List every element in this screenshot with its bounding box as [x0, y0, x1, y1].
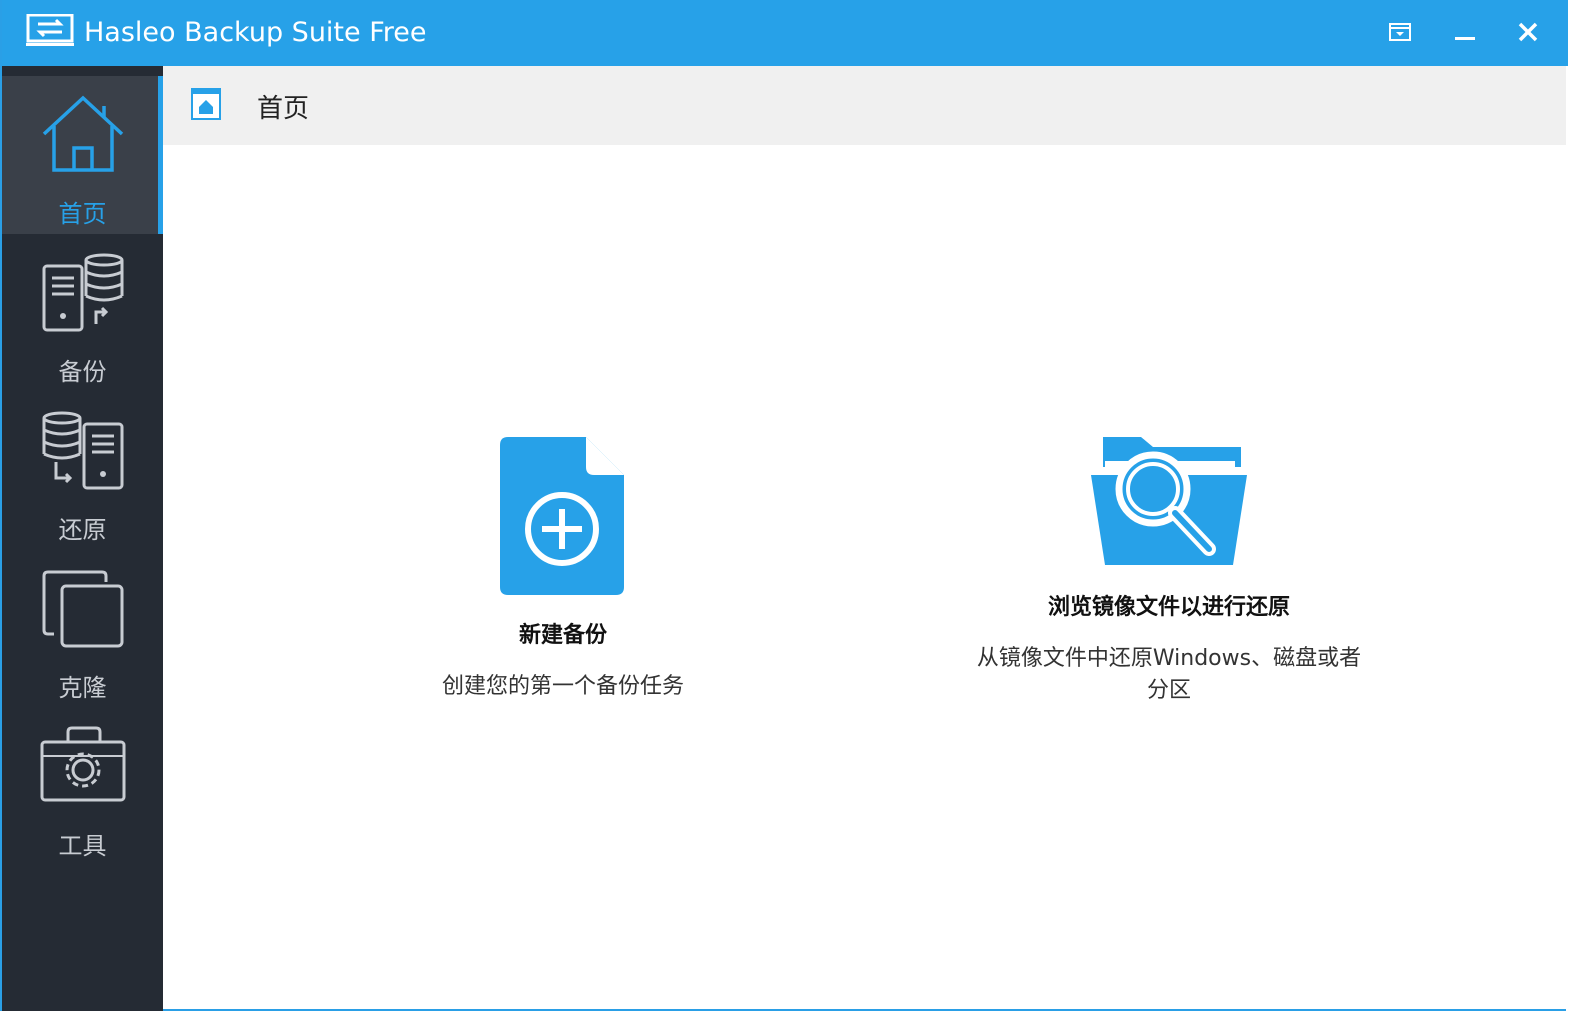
browse-image-card[interactable]: 浏览镜像文件以进行还原 从镜像文件中还原Windows、磁盘或者分区	[936, 437, 1402, 707]
sidebar-item-label: 首页	[58, 200, 107, 228]
title-bar[interactable]: Hasleo Backup Suite Free	[2, 0, 1568, 66]
sidebar-item-tools[interactable]: 工具	[2, 708, 163, 866]
sidebar-item-home[interactable]: 首页	[2, 76, 163, 234]
main-content: 新建备份 创建您的第一个备份任务 浏览镜像文件以进行还原 从镜像文件中还原Win…	[163, 145, 1566, 1009]
clone-icon	[42, 570, 124, 648]
card-description: 从镜像文件中还原Windows、磁盘或者分区	[976, 646, 1362, 703]
backup-icon	[42, 253, 124, 332]
page-header: 首页	[163, 66, 1566, 145]
app-logo-icon	[26, 14, 74, 46]
sidebar-item-restore[interactable]: 还原	[2, 392, 163, 550]
close-button[interactable]	[1508, 14, 1548, 50]
sidebar-item-label: 克隆	[58, 674, 107, 702]
minimize-icon	[1455, 37, 1475, 40]
app-window: Hasleo Backup Suite Free 首页 备份 还原 克隆 工具 …	[0, 0, 1568, 1011]
new-backup-file-icon	[500, 437, 624, 595]
restore-icon	[42, 411, 124, 490]
sidebar-item-backup[interactable]: 备份	[2, 234, 163, 392]
sidebar: 首页 备份 还原 克隆 工具	[2, 66, 163, 1011]
page-title: 首页	[257, 94, 310, 124]
card-title: 浏览镜像文件以进行还原	[1047, 595, 1290, 620]
sidebar-item-label: 备份	[58, 358, 107, 386]
dropdown-menu-icon	[1389, 23, 1411, 41]
sidebar-item-label: 工具	[58, 832, 107, 860]
card-title: 新建备份	[518, 623, 607, 648]
close-icon	[1518, 22, 1538, 42]
app-title: Hasleo Backup Suite Free	[84, 17, 427, 48]
tools-icon	[40, 726, 126, 802]
card-description: 创建您的第一个备份任务	[441, 674, 684, 699]
home-icon	[42, 95, 124, 172]
browse-image-folder-icon	[1091, 437, 1247, 565]
sidebar-item-label: 还原	[58, 516, 107, 544]
sidebar-item-clone[interactable]: 克隆	[2, 550, 163, 708]
new-backup-card[interactable]: 新建备份 创建您的第一个备份任务	[333, 437, 793, 703]
dropdown-menu-button[interactable]	[1380, 14, 1420, 50]
home-page-icon	[191, 88, 221, 120]
minimize-button[interactable]	[1445, 14, 1485, 50]
